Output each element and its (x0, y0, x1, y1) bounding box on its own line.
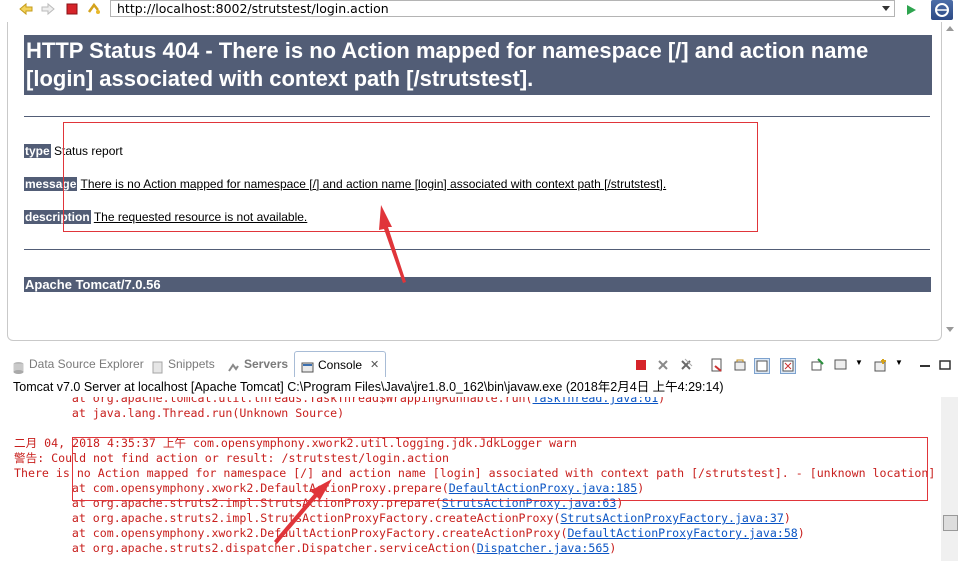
console-line: at org.apache.struts2.impl.StrutsActionP… (16, 511, 791, 525)
scroll-down-icon[interactable] (946, 327, 954, 332)
source-link[interactable]: StrutsActionProxyFactory.java:37 (560, 511, 783, 525)
browser-scrollbar[interactable] (941, 22, 959, 340)
divider (24, 249, 930, 250)
word-wrap-icon[interactable] (754, 358, 770, 374)
minimize-icon[interactable] (918, 358, 932, 372)
pin-console-icon[interactable] (810, 358, 824, 372)
chevron-down-icon[interactable]: ▼ (855, 358, 869, 372)
view-tabs: Data Source Explorer Snippets Servers Co… (0, 351, 965, 377)
console-line: at org.apache.tomcat.util.threads.TaskTh… (16, 397, 665, 406)
tab-console[interactable]: Console ✕ (294, 351, 387, 377)
clear-console-icon[interactable] (710, 358, 724, 372)
page-title: HTTP Status 404 - There is no Action map… (24, 35, 932, 95)
snippets-icon (151, 358, 164, 373)
tab-label: Snippets (168, 357, 215, 371)
source-link[interactable]: DefaultActionProxyFactory.java:58 (567, 526, 797, 540)
scroll-up-icon[interactable] (946, 26, 954, 31)
console-line: at java.lang.Thread.run(Unknown Source) (16, 406, 345, 420)
console-panel: Data Source Explorer Snippets Servers Co… (0, 345, 965, 561)
scroll-lock-icon[interactable] (733, 358, 747, 372)
display-console-icon[interactable] (834, 358, 848, 372)
console-header: Tomcat v7.0 Server at localhost [Apache … (13, 380, 724, 394)
web-browser-icon[interactable] (931, 0, 953, 20)
scroll-thumb[interactable] (943, 515, 958, 531)
console-scrollbar[interactable] (941, 397, 958, 561)
source-link[interactable]: Dispatcher.java:565 (477, 541, 610, 555)
server-footer: Apache Tomcat/7.0.56 (24, 277, 931, 292)
tab-label: Data Source Explorer (29, 357, 144, 371)
tab-label: Console (318, 357, 363, 372)
tab-label: Servers (244, 357, 289, 371)
source-link[interactable]: TaskThread.java:61 (533, 397, 659, 405)
back-icon[interactable] (18, 1, 34, 17)
url-text: http://localhost:8002/strutstest/login.a… (117, 1, 389, 16)
maximize-icon[interactable] (938, 358, 952, 372)
annotation-arrow-icon (379, 205, 406, 283)
remove-launch-icon[interactable] (656, 358, 670, 372)
console-line: at com.opensymphony.xwork2.DefaultAction… (16, 526, 805, 540)
browser-toolbar: http://localhost:8002/strutstest/login.a… (0, 0, 965, 20)
show-on-output-icon[interactable] (780, 358, 796, 374)
chevron-down-icon[interactable] (882, 6, 890, 11)
remove-all-icon[interactable] (679, 358, 693, 372)
stop-icon[interactable] (64, 1, 80, 17)
open-console-icon[interactable] (874, 358, 888, 372)
chevron-down-icon[interactable]: ▼ (895, 358, 909, 372)
servers-icon (227, 358, 240, 372)
tab-snippets[interactable]: Snippets (151, 352, 215, 376)
tab-data-source-explorer[interactable]: Data Source Explorer (12, 352, 144, 376)
tab-servers[interactable]: Servers (227, 352, 288, 376)
type-label: type (24, 144, 51, 158)
terminate-icon[interactable] (634, 358, 648, 372)
url-input[interactable]: http://localhost:8002/strutstest/login.a… (110, 0, 895, 17)
database-icon (12, 358, 25, 374)
annotation-arrow-icon (274, 479, 332, 544)
console-icon (301, 358, 314, 373)
internal-browser: http://localhost:8002/strutstest/login.a… (0, 0, 965, 345)
annotation-box (72, 437, 928, 501)
forward-icon[interactable] (40, 1, 56, 17)
go-icon[interactable] (903, 2, 919, 18)
refresh-icon[interactable] (86, 1, 102, 17)
close-icon[interactable]: ✕ (370, 353, 379, 377)
browser-content: HTTP Status 404 - There is no Action map… (7, 22, 942, 341)
divider (24, 116, 930, 117)
